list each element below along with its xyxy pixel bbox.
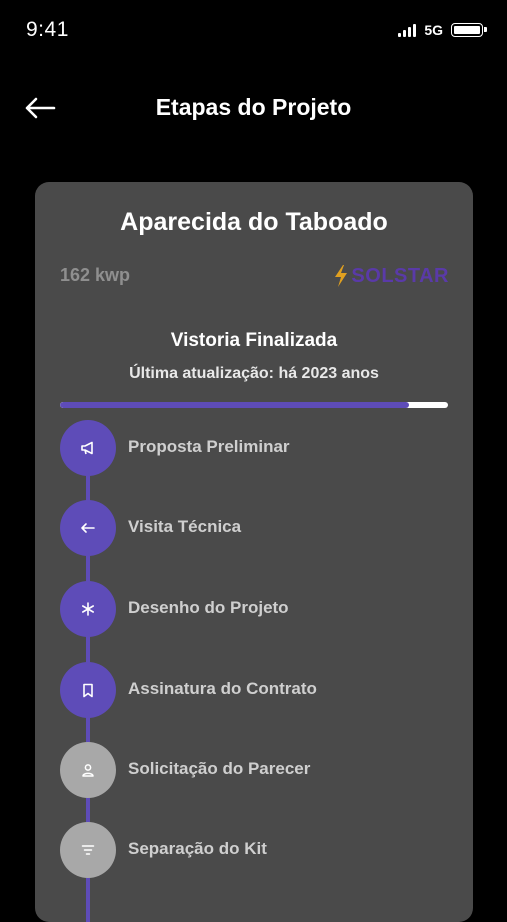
signal-icon [398,23,417,37]
network-type: 5G [424,22,443,38]
step-label: Visita Técnica [128,517,242,536]
lightning-bolt-icon [335,265,348,287]
bookmark-icon [83,683,93,697]
project-power: 162 kwp [60,265,131,285]
status-indicators: 5G [398,22,487,38]
progress-fill [60,402,410,408]
progress-bar [60,402,448,408]
step-circle [60,662,116,718]
filter-icon [81,845,95,855]
step-item[interactable]: Proposta Preliminar [60,420,460,476]
step-label: Solicitação do Parecer [128,759,311,778]
project-name: Aparecida do Taboado [120,208,388,236]
header: Etapas do Projeto [0,84,507,132]
step-item[interactable]: Assinatura do Contrato [60,662,460,718]
step-circle [60,822,116,878]
arrow-left-icon [81,523,95,533]
asterisk-icon [82,602,94,616]
last-update: Última atualização: há 2023 anos [129,365,379,382]
project-card: Aparecida do Taboado 162 kwp SOLSTAR Vis… [35,182,473,922]
user-icon [82,764,94,777]
step-circle [60,742,116,798]
step-label: Desenho do Projeto [128,598,289,617]
step-item[interactable]: Visita Técnica [60,500,460,556]
step-item[interactable]: Separação do Kit [60,822,460,878]
step-circle [60,581,116,637]
step-circle [60,420,116,476]
step-item[interactable]: Desenho do Projeto [60,581,460,637]
battery-icon [451,23,487,37]
megaphone-icon [81,441,93,455]
brand-logo: SOLSTAR [333,264,449,288]
step-circle [60,500,116,556]
project-status: Vistoria Finalizada [170,330,338,351]
step-label: Proposta Preliminar [128,437,290,456]
status-time: 9:41 [26,18,69,41]
status-bar: 9:41 5G [0,0,507,60]
steps-timeline: Proposta Preliminar Visita Técnica Desen… [35,420,473,922]
step-item[interactable]: Solicitação do Parecer [60,742,460,798]
brand-name: SOLSTAR [351,264,449,287]
step-label: Assinatura do Contrato [128,679,317,698]
step-label: Separação do Kit [128,839,267,858]
page-title: Etapas do Projeto [155,94,352,120]
